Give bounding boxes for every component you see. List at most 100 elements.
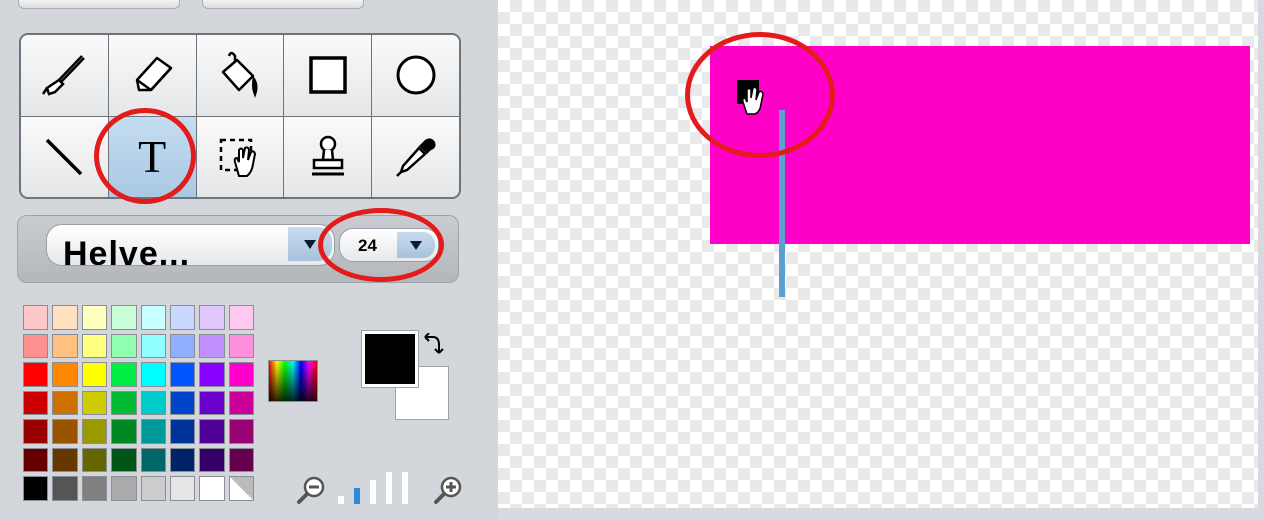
zoom-in-icon[interactable] [433, 474, 465, 506]
color-swatch[interactable] [111, 362, 137, 387]
color-swatch[interactable] [23, 476, 49, 501]
color-swatch[interactable] [199, 362, 225, 387]
font-size-dropdown[interactable]: 24 [339, 228, 439, 262]
zoom-level-bar[interactable] [402, 472, 408, 504]
zoom-level-bar[interactable] [354, 488, 360, 504]
color-swatch[interactable] [140, 476, 166, 501]
color-swatch[interactable] [111, 419, 137, 444]
color-swatch[interactable] [199, 476, 225, 501]
color-swatch[interactable] [199, 419, 225, 444]
color-swatch[interactable] [52, 333, 78, 359]
hand-cursor-icon [737, 80, 764, 115]
brush-icon [42, 55, 86, 96]
paint-bucket-icon [221, 52, 258, 99]
color-swatch[interactable] [140, 305, 166, 330]
color-swatch[interactable] [228, 362, 254, 387]
font-size-value: 24 [358, 236, 377, 255]
line-icon [46, 138, 83, 175]
zoom-level-bar[interactable] [386, 472, 392, 504]
color-swatch[interactable] [169, 476, 196, 501]
color-swatch[interactable] [169, 390, 196, 416]
color-swatch[interactable] [23, 419, 49, 444]
top-tab-left[interactable] [18, 0, 180, 9]
color-swatch[interactable] [140, 362, 166, 387]
ellipse-tool-button[interactable] [372, 35, 459, 116]
color-swatch[interactable] [111, 476, 137, 501]
color-swatch[interactable] [228, 476, 254, 501]
color-swatch[interactable] [23, 362, 49, 387]
color-swatch[interactable] [169, 362, 196, 387]
color-swatch[interactable] [228, 447, 254, 473]
canvas-frame [498, 508, 1264, 520]
fill-tool-button[interactable] [196, 35, 284, 116]
zoom-level-bar[interactable] [370, 480, 376, 504]
color-palette [23, 305, 254, 501]
color-swatch[interactable] [52, 305, 78, 330]
color-swatch[interactable] [81, 390, 108, 416]
filled-rectangle-shape[interactable] [710, 46, 1250, 244]
top-tab-right[interactable] [202, 0, 364, 9]
color-picker-button[interactable] [268, 360, 318, 402]
color-swatch[interactable] [52, 390, 78, 416]
color-swatch[interactable] [111, 447, 137, 473]
tool-grid: T [19, 33, 461, 199]
color-swatch[interactable] [81, 447, 108, 473]
chevron-down-icon[interactable] [397, 232, 435, 258]
top-tabs [0, 0, 498, 10]
text-insertion-cursor [779, 110, 785, 297]
color-swatch[interactable] [81, 362, 108, 387]
color-swatch[interactable] [23, 447, 49, 473]
zoom-out-icon[interactable] [296, 474, 328, 506]
color-swatch[interactable] [199, 305, 225, 330]
color-swatch[interactable] [81, 476, 108, 501]
color-swatch[interactable] [169, 447, 196, 473]
color-swatch[interactable] [111, 305, 137, 330]
text-tool-button[interactable]: T [108, 116, 196, 197]
chevron-down-icon[interactable] [288, 227, 332, 261]
stamp-icon [311, 135, 344, 176]
zoom-level-bar[interactable] [338, 496, 344, 504]
color-swatch[interactable] [23, 390, 49, 416]
color-swatch[interactable] [111, 333, 137, 359]
color-swatch[interactable] [228, 390, 254, 416]
color-swatch[interactable] [81, 419, 108, 444]
color-swatch[interactable] [111, 390, 137, 416]
color-swatch[interactable] [23, 333, 49, 359]
color-swatch[interactable] [52, 419, 78, 444]
color-swatch[interactable] [140, 333, 166, 359]
rectangle-tool-button[interactable] [284, 35, 372, 116]
line-tool-button[interactable] [21, 116, 108, 197]
select-tool-button[interactable] [196, 116, 284, 197]
brush-tool-button[interactable] [21, 35, 108, 116]
eyedropper-tool-button[interactable] [372, 116, 459, 197]
foreground-color-swatch[interactable] [362, 331, 418, 387]
color-swatch[interactable] [81, 305, 108, 330]
color-swatch[interactable] [228, 305, 254, 330]
color-swatch[interactable] [169, 419, 196, 444]
color-swatch[interactable] [23, 305, 49, 330]
eraser-icon [135, 57, 173, 92]
color-swatch[interactable] [199, 390, 225, 416]
color-swatch[interactable] [169, 305, 196, 330]
color-swatch[interactable] [199, 447, 225, 473]
canvas-frame [1258, 0, 1264, 520]
color-swatch[interactable] [52, 476, 78, 501]
stamp-tool-button[interactable] [284, 116, 372, 197]
color-swatch[interactable] [140, 419, 166, 444]
color-swatch[interactable] [140, 447, 166, 473]
color-swatch[interactable] [228, 419, 254, 444]
color-swatch[interactable] [52, 447, 78, 473]
color-swatch[interactable] [81, 333, 108, 359]
eyedropper-icon [395, 138, 436, 177]
color-swatch[interactable] [199, 333, 225, 359]
color-swatch[interactable] [228, 333, 254, 359]
font-family-dropdown[interactable]: Helve... [46, 224, 335, 266]
color-swatch[interactable] [140, 390, 166, 416]
zoom-level-indicator[interactable] [338, 470, 420, 504]
rectangle-icon [309, 56, 347, 94]
eraser-tool-button[interactable] [108, 35, 196, 116]
color-swatch[interactable] [169, 333, 196, 359]
color-swatch[interactable] [52, 362, 78, 387]
swap-colors-icon[interactable] [421, 333, 445, 359]
text-icon: T [138, 130, 167, 182]
